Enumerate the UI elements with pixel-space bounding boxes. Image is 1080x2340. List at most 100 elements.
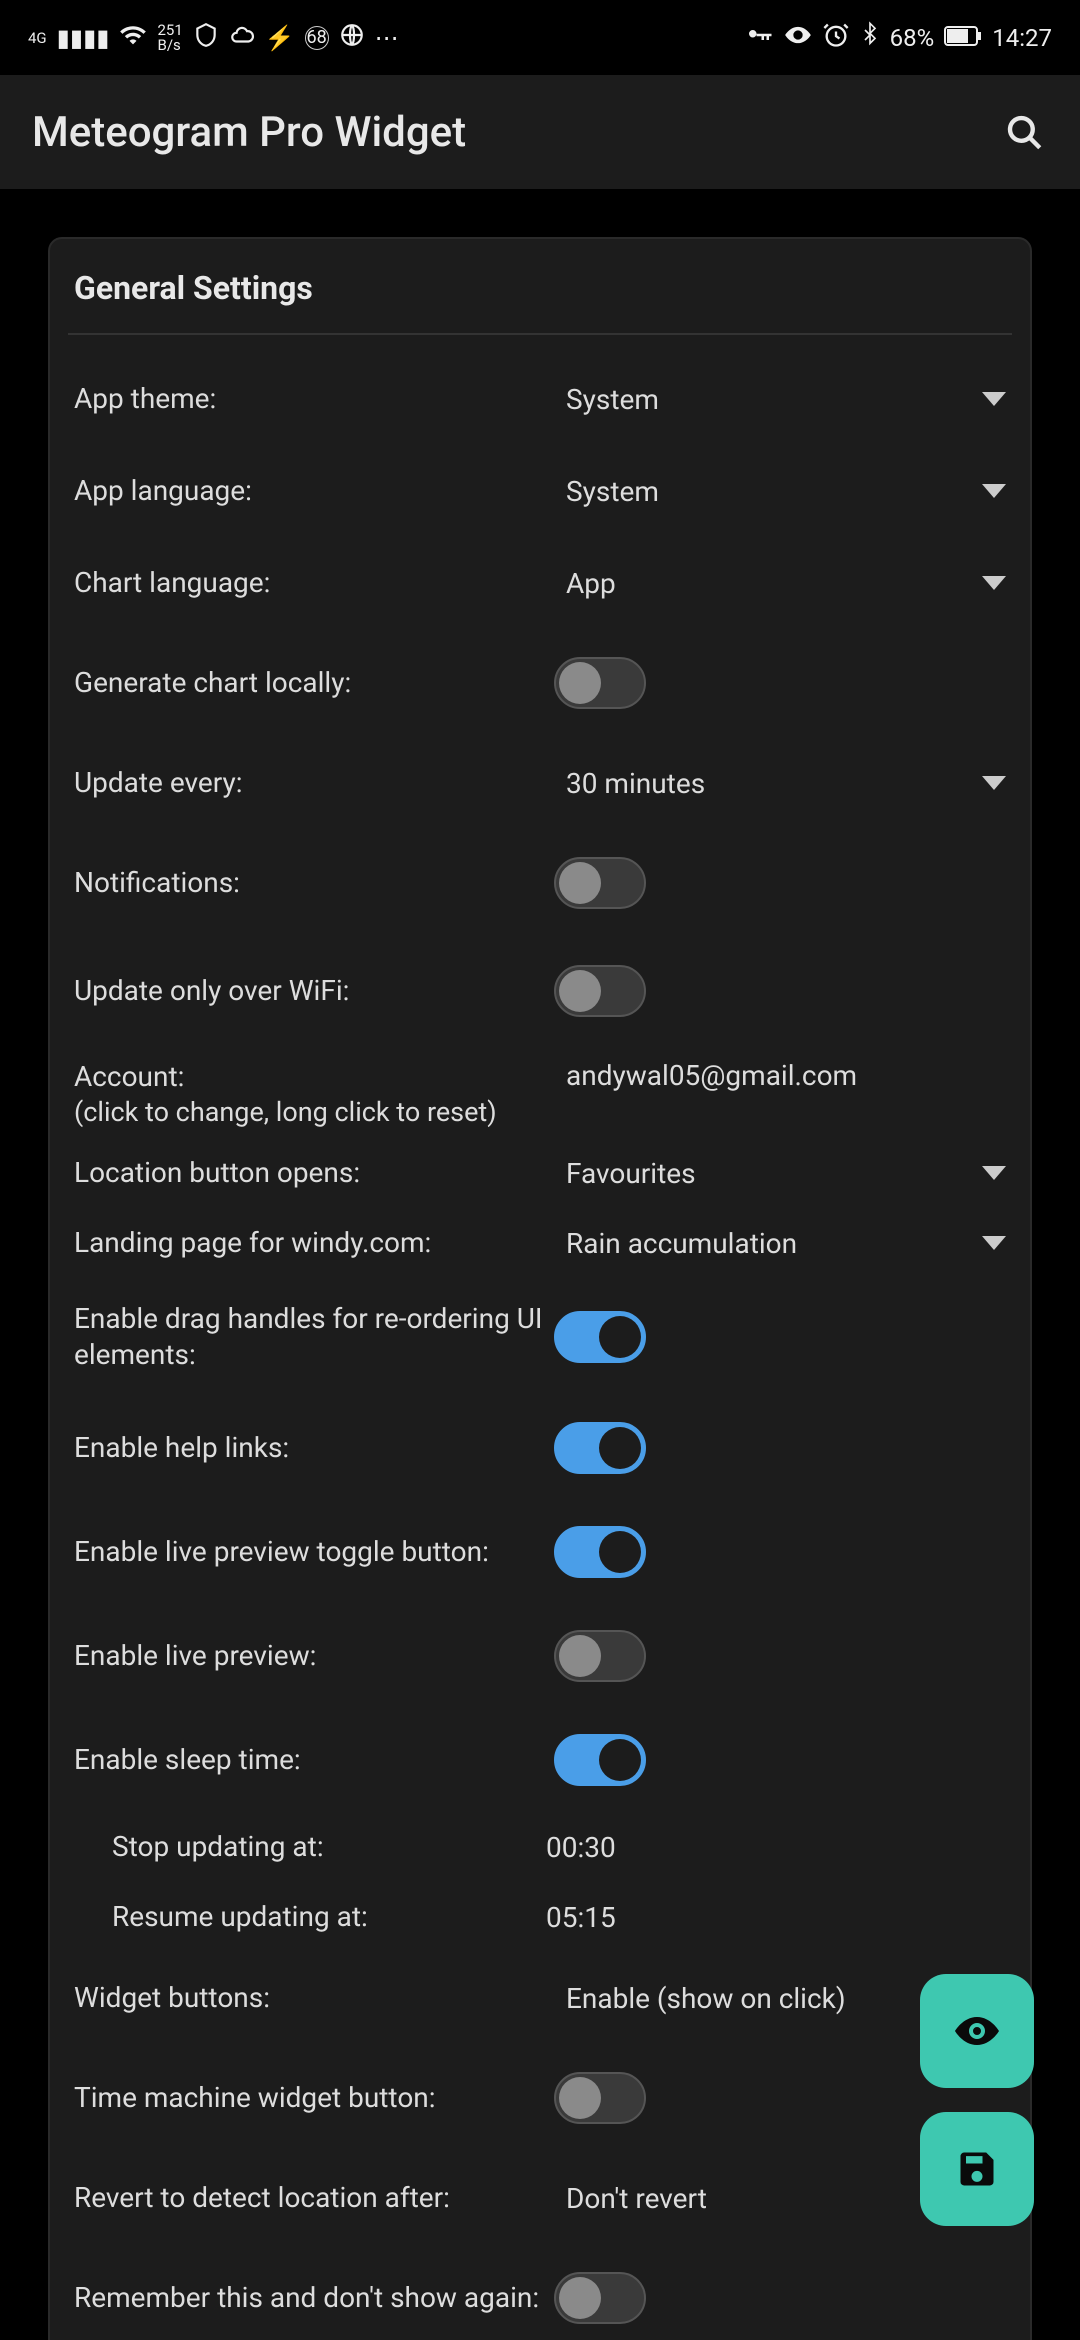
bolt-icon: ⚡ — [265, 24, 295, 52]
wifi-icon — [119, 21, 147, 55]
globe-icon — [339, 22, 365, 54]
value-update-every: 30 minutes — [554, 767, 966, 800]
row-app-theme[interactable]: App theme: System — [60, 353, 1020, 445]
row-app-language[interactable]: App language: System — [60, 445, 1020, 537]
value-stop-updating: 00:30 — [534, 1831, 1006, 1864]
chevron-down-icon — [982, 484, 1006, 498]
value-account: andywal05@gmail.com — [554, 1059, 1006, 1092]
label-generate-chart-locally: Generate chart locally: — [74, 665, 554, 701]
divider — [68, 333, 1012, 335]
save-icon — [955, 2147, 999, 2191]
row-time-machine[interactable]: Time machine widget button: — [60, 2044, 1020, 2152]
search-icon — [1003, 111, 1045, 153]
section-title: General Settings — [60, 269, 1020, 333]
chevron-down-icon — [982, 576, 1006, 590]
search-button[interactable] — [1000, 108, 1048, 156]
label-remember: Remember this and don't show again: — [74, 2280, 554, 2316]
cloud-icon — [229, 22, 255, 54]
switch-generate-chart-locally[interactable] — [554, 657, 646, 709]
fab-save[interactable] — [920, 2112, 1034, 2226]
label-revert-location: Revert to detect location after: — [74, 2180, 554, 2216]
page-title: Meteogram Pro Widget — [32, 108, 466, 157]
shield-icon — [193, 22, 219, 54]
more-icon: ⋯ — [375, 24, 399, 52]
row-chart-language[interactable]: Chart language: App — [60, 537, 1020, 629]
label-live-preview: Enable live preview: — [74, 1638, 554, 1674]
alarm-icon — [822, 21, 850, 55]
switch-help-links[interactable] — [554, 1422, 646, 1474]
status-bar: 4G ▮▮▮▮ 251 B/s ⚡ 68 ⋯ — [0, 0, 1080, 75]
switch-drag-handles[interactable] — [554, 1311, 646, 1363]
row-revert-location[interactable]: Revert to detect location after: Don't r… — [60, 2152, 1020, 2244]
status-right: 68% 14:27 — [744, 20, 1052, 56]
switch-live-preview[interactable] — [554, 1630, 646, 1682]
label-windy-landing: Landing page for windy.com: — [74, 1225, 554, 1261]
switch-update-wifi[interactable] — [554, 965, 646, 1017]
label-live-preview-toggle: Enable live preview toggle button: — [74, 1534, 554, 1570]
row-account[interactable]: Account: (click to change, long click to… — [60, 1045, 1020, 1138]
row-live-preview-toggle[interactable]: Enable live preview toggle button: — [60, 1500, 1020, 1604]
switch-notifications[interactable] — [554, 857, 646, 909]
label-app-language: App language: — [74, 473, 554, 509]
row-update-every[interactable]: Update every: 30 minutes — [60, 737, 1020, 829]
row-stop-updating[interactable]: Stop updating at: 00:30 — [60, 1812, 1020, 1882]
label-app-theme: App theme: — [74, 381, 554, 417]
row-widget-buttons[interactable]: Widget buttons: Enable (show on click) — [60, 1952, 1020, 2044]
bluetooth-icon — [860, 21, 880, 55]
label-location-button: Location button opens: — [74, 1155, 554, 1191]
label-chart-language: Chart language: — [74, 565, 554, 601]
label-sleep-time: Enable sleep time: — [74, 1742, 554, 1778]
value-app-language: System — [554, 475, 966, 508]
row-help-links[interactable]: Enable help links: — [60, 1396, 1020, 1500]
label-help-links: Enable help links: — [74, 1430, 554, 1466]
label-account: Account: (click to change, long click to… — [74, 1059, 554, 1130]
battery-icon — [944, 24, 982, 52]
chevron-down-icon — [982, 392, 1006, 406]
switch-remember[interactable] — [554, 2272, 646, 2324]
settings-card: General Settings App theme: System App l… — [48, 237, 1032, 2340]
label-drag-handles: Enable drag handles for re-ordering UI e… — [74, 1301, 554, 1374]
row-sleep-time[interactable]: Enable sleep time: — [60, 1708, 1020, 1812]
fab-stack — [920, 1974, 1034, 2226]
label-stop-updating: Stop updating at: — [74, 1829, 534, 1865]
label-notifications: Notifications: — [74, 865, 554, 901]
value-app-theme: System — [554, 383, 966, 416]
row-windy-landing[interactable]: Landing page for windy.com: Rain accumul… — [60, 1208, 1020, 1278]
switch-time-machine[interactable] — [554, 2072, 646, 2124]
app-bar: Meteogram Pro Widget — [0, 75, 1080, 189]
value-windy-landing: Rain accumulation — [554, 1227, 966, 1260]
switch-sleep-time[interactable] — [554, 1734, 646, 1786]
value-widget-buttons: Enable (show on click) — [554, 1982, 966, 2015]
clock-time: 14:27 — [992, 24, 1052, 52]
key-icon — [744, 20, 774, 56]
battery-pct: 68% — [890, 24, 935, 52]
row-location-button[interactable]: Location button opens: Favourites — [60, 1138, 1020, 1208]
label-update-wifi: Update only over WiFi: — [74, 973, 554, 1009]
content-area: General Settings App theme: System App l… — [0, 189, 1080, 2340]
eye-icon — [953, 2007, 1001, 2055]
label-widget-buttons: Widget buttons: — [74, 1980, 554, 2016]
row-notifications[interactable]: Notifications: — [60, 829, 1020, 937]
network-4g-icon: 4G — [28, 29, 47, 47]
label-account-sub: (click to change, long click to reset) — [74, 1095, 554, 1130]
value-chart-language: App — [554, 567, 966, 600]
net-rate: 251 B/s — [157, 23, 182, 53]
status-left: 4G ▮▮▮▮ 251 B/s ⚡ 68 ⋯ — [28, 21, 399, 55]
row-resume-updating[interactable]: Resume updating at: 05:15 — [60, 1882, 1020, 1952]
fab-preview[interactable] — [920, 1974, 1034, 2088]
label-update-every: Update every: — [74, 765, 554, 801]
chevron-down-icon — [982, 776, 1006, 790]
value-resume-updating: 05:15 — [534, 1901, 1006, 1934]
signal-icon: ▮▮▮▮ — [57, 24, 110, 52]
row-generate-chart-locally[interactable]: Generate chart locally: — [60, 629, 1020, 737]
chevron-down-icon — [982, 1236, 1006, 1250]
row-drag-handles[interactable]: Enable drag handles for re-ordering UI e… — [60, 1278, 1020, 1396]
row-remember-dont-show[interactable]: Remember this and don't show again: — [60, 2244, 1020, 2340]
value-location-button: Favourites — [554, 1157, 966, 1190]
eye-icon — [784, 21, 812, 55]
row-live-preview[interactable]: Enable live preview: — [60, 1604, 1020, 1708]
label-resume-updating: Resume updating at: — [74, 1899, 534, 1935]
row-update-wifi[interactable]: Update only over WiFi: — [60, 937, 1020, 1045]
switch-live-preview-toggle[interactable] — [554, 1526, 646, 1578]
temp-icon: 68 — [305, 26, 329, 50]
